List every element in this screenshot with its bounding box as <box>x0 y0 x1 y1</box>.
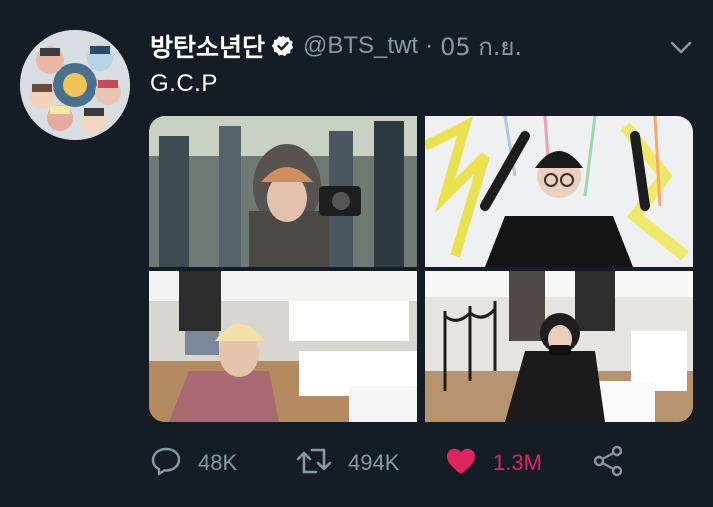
media-photo-3[interactable] <box>149 271 417 422</box>
share-icon <box>592 445 624 482</box>
tweet-text: G.C.P <box>150 70 218 97</box>
separator-dot: · <box>425 32 434 59</box>
reply-button[interactable]: 48K <box>150 440 237 486</box>
like-button[interactable]: 1.3M <box>445 440 542 486</box>
media-photo-2[interactable] <box>425 116 693 267</box>
retweet-icon <box>296 446 332 481</box>
heart-icon <box>445 446 477 481</box>
tweet-actions-bar: 48K 494K 1.3M <box>150 440 630 486</box>
media-photo-4[interactable] <box>425 271 693 422</box>
retweet-button[interactable]: 494K <box>296 440 399 486</box>
verified-badge-icon <box>271 34 295 58</box>
tweet-timestamp[interactable]: 05 ก.ย. <box>440 27 522 66</box>
tweet-header: 방탄소년단 @BTS_twt · 05 ก.ย. <box>150 28 522 64</box>
share-button[interactable] <box>592 440 624 486</box>
avatar[interactable] <box>20 30 130 140</box>
more-options-chevron-down-icon[interactable] <box>667 36 695 60</box>
media-photo-1[interactable] <box>149 116 417 267</box>
reply-icon <box>150 446 182 481</box>
retweet-count: 494K <box>348 450 400 475</box>
like-count: 1.3M <box>493 450 542 475</box>
reply-count: 48K <box>198 450 238 475</box>
display-name[interactable]: 방탄소년단 <box>150 28 265 64</box>
user-handle[interactable]: @BTS_twt <box>303 32 418 60</box>
media-grid <box>149 116 693 422</box>
group-photo-avatar-image <box>20 30 130 140</box>
